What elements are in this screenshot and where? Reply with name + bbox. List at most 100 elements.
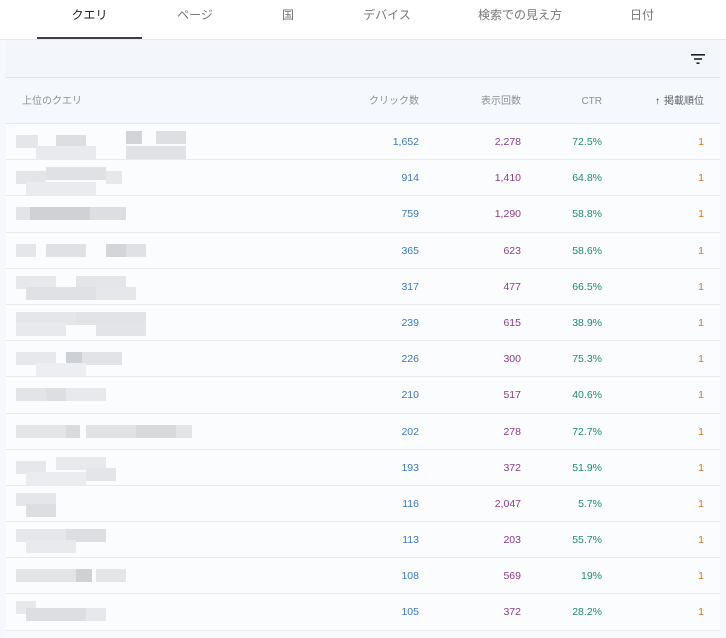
cell-clicks: 108 [401, 570, 419, 583]
cell-clicks: 317 [401, 280, 419, 293]
cell-position: 1 [698, 244, 704, 257]
cell-clicks: 202 [401, 425, 419, 438]
cell-ctr: 75.3% [572, 353, 602, 366]
query-text-redacted [16, 128, 216, 159]
cell-position: 1 [698, 389, 704, 402]
tab-search-appearance[interactable]: 検索での見え方 [472, 0, 568, 40]
cell-clicks: 210 [401, 389, 419, 402]
query-text-redacted [16, 418, 216, 448]
cell-ctr: 19% [580, 570, 602, 583]
column-header-position-label: 掲載順位 [664, 96, 704, 107]
cell-impressions: 517 [503, 389, 521, 402]
report-tabs: クエリ ページ 国 デバイス 検索での見え方 日付 [0, 0, 726, 40]
cell-impressions: 278 [503, 425, 521, 438]
query-text-redacted [16, 526, 216, 556]
cell-position: 1 [698, 316, 704, 329]
column-header-query: 上位のクエリ [22, 96, 82, 107]
cell-clicks: 1,652 [392, 136, 419, 148]
table-row[interactable]: 116 2,047 5.7% 1 [6, 485, 720, 523]
cell-clicks: 759 [401, 208, 419, 221]
table-row[interactable]: 239 615 38.9% 1 [6, 304, 720, 342]
cell-position: 1 [698, 280, 704, 293]
column-header-clicks[interactable]: クリック数 [369, 96, 419, 108]
table-row[interactable]: 759 1,290 58.8% 1 [6, 196, 720, 233]
cell-impressions: 615 [503, 316, 521, 329]
cell-impressions: 569 [503, 570, 521, 583]
query-text-redacted [16, 562, 216, 592]
column-header-position[interactable]: ↑ 掲載順位 [655, 96, 704, 108]
cell-impressions: 300 [503, 353, 521, 366]
arrow-up-icon: ↑ [655, 96, 660, 107]
cell-impressions: 477 [503, 280, 521, 293]
table-header: 上位のクエリ クリック数 表示回数 CTR ↑ 掲載順位 [6, 79, 720, 124]
table-toolbar [6, 41, 720, 78]
table-row[interactable]: 202 278 72.7% 1 [6, 413, 720, 450]
table-body: 1,652 2,278 72.5% 1 914 1,410 64.8% 1 759 1,290 58… [6, 124, 720, 631]
table-row[interactable]: 1,652 2,278 72.5% 1 [6, 124, 720, 161]
table-row[interactable]: 193 372 51.9% 1 [6, 449, 720, 486]
cell-clicks: 193 [401, 461, 419, 474]
cell-position: 1 [698, 461, 704, 474]
table-row[interactable]: 365 623 58.6% 1 [6, 232, 720, 269]
column-header-impressions[interactable]: 表示回数 [481, 96, 521, 108]
query-text-redacted [16, 598, 216, 628]
cell-position: 1 [698, 172, 704, 185]
table-row[interactable]: 226 300 75.3% 1 [6, 341, 720, 378]
cell-ctr: 72.5% [572, 136, 602, 148]
cell-ctr: 55.7% [572, 534, 602, 547]
cell-ctr: 64.8% [572, 172, 602, 185]
table-row[interactable]: 108 569 19% 1 [6, 558, 720, 595]
tab-dates[interactable]: 日付 [622, 0, 662, 40]
cell-position: 1 [698, 425, 704, 438]
query-text-redacted [16, 237, 216, 267]
cell-ctr: 5.7% [578, 497, 602, 510]
query-text-redacted [16, 490, 216, 520]
cell-ctr: 72.7% [572, 425, 602, 438]
cell-clicks: 226 [401, 353, 419, 366]
cell-ctr: 38.9% [572, 316, 602, 329]
cell-impressions: 2,278 [494, 136, 521, 148]
query-text-redacted [16, 164, 216, 196]
cell-clicks: 365 [401, 244, 419, 257]
table-row[interactable]: 113 203 55.7% 1 [6, 522, 720, 559]
cell-position: 1 [698, 534, 704, 547]
cell-impressions: 1,290 [494, 208, 521, 221]
query-text-redacted [16, 200, 216, 230]
cell-ctr: 28.2% [572, 606, 602, 619]
cell-clicks: 116 [402, 497, 419, 510]
cell-position: 1 [698, 208, 704, 221]
cell-clicks: 914 [401, 172, 419, 185]
table-row[interactable]: 914 1,410 64.8% 1 [6, 160, 720, 197]
cell-position: 1 [698, 606, 704, 619]
cell-ctr: 40.6% [572, 389, 602, 402]
query-text-redacted [16, 454, 216, 485]
cell-impressions: 372 [503, 606, 521, 619]
query-text-redacted [16, 345, 216, 377]
cell-ctr: 66.5% [572, 280, 602, 293]
tab-pages[interactable]: ページ [165, 0, 225, 40]
cell-position: 1 [698, 497, 704, 510]
filter-icon[interactable] [690, 52, 706, 66]
column-header-ctr[interactable]: CTR [581, 96, 602, 108]
cell-position: 1 [698, 570, 704, 583]
tab-devices[interactable]: デバイス [354, 0, 420, 40]
table-row[interactable]: 105 372 28.2% 1 [6, 594, 720, 631]
queries-table: 上位のクエリ クリック数 表示回数 CTR ↑ 掲載順位 1,652 2,278 72… [6, 79, 720, 638]
table-row[interactable]: 210 517 40.6% 1 [6, 377, 720, 414]
cell-impressions: 1,410 [494, 172, 521, 185]
query-text-redacted [16, 273, 216, 303]
query-text-redacted [16, 381, 216, 411]
cell-clicks: 239 [401, 316, 419, 329]
cell-clicks: 113 [402, 534, 419, 547]
cell-impressions: 623 [503, 244, 521, 257]
cell-position: 1 [698, 136, 704, 148]
tab-query[interactable]: クエリ [37, 0, 142, 40]
cell-impressions: 2,047 [494, 497, 521, 510]
cell-ctr: 58.8% [572, 208, 602, 221]
cell-ctr: 51.9% [572, 461, 602, 474]
tab-countries[interactable]: 国 [268, 0, 308, 40]
query-text-redacted [16, 309, 216, 339]
cell-ctr: 58.6% [572, 244, 602, 257]
cell-impressions: 203 [503, 534, 521, 547]
table-row[interactable]: 317 477 66.5% 1 [6, 268, 720, 305]
